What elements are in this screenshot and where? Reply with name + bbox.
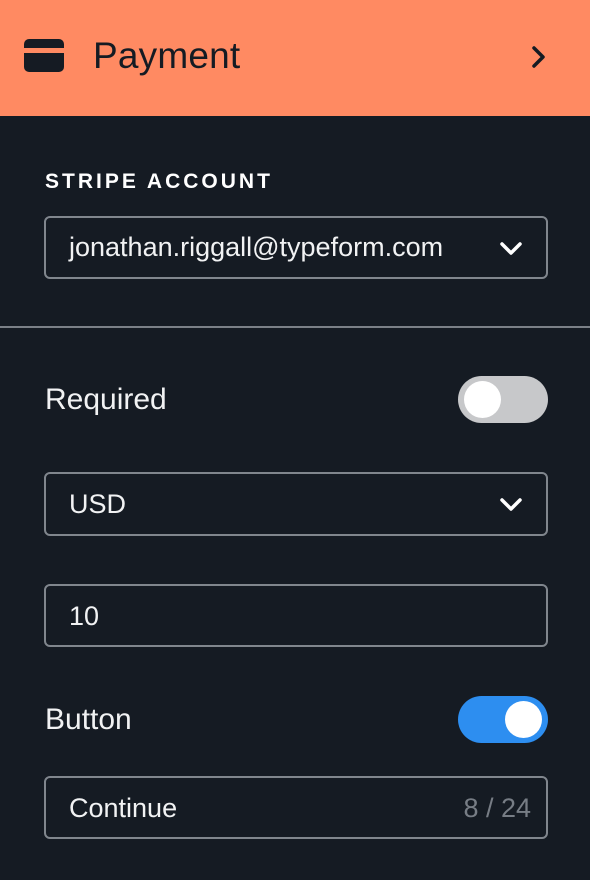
chevron-down-icon xyxy=(500,242,522,255)
button-text-input[interactable]: Continue 8 / 24 xyxy=(44,776,548,839)
credit-card-icon xyxy=(24,39,64,72)
currency-select[interactable]: USD xyxy=(44,472,548,536)
button-toggle[interactable] xyxy=(458,696,548,743)
currency-value: USD xyxy=(69,489,127,519)
character-counter: 8 / 24 xyxy=(463,793,531,823)
required-toggle[interactable] xyxy=(458,376,548,423)
price-input[interactable]: 10 xyxy=(44,584,548,647)
payment-header[interactable]: Payment xyxy=(0,0,590,116)
price-value: 10 xyxy=(69,601,100,631)
chevron-right-icon[interactable] xyxy=(524,40,554,74)
toggle-knob xyxy=(505,701,542,738)
button-label: Button xyxy=(45,703,132,736)
stripe-account-label: STRIPE ACCOUNT xyxy=(45,170,273,193)
stripe-account-value: jonathan.riggall@typeform.com xyxy=(69,232,444,262)
stripe-account-select[interactable]: jonathan.riggall@typeform.com xyxy=(44,216,548,279)
panel-title: Payment xyxy=(93,35,241,76)
chevron-down-icon xyxy=(500,498,522,511)
toggle-knob xyxy=(464,381,501,418)
section-divider xyxy=(0,326,590,328)
required-label: Required xyxy=(45,383,167,416)
button-text-value: Continue xyxy=(69,793,178,823)
